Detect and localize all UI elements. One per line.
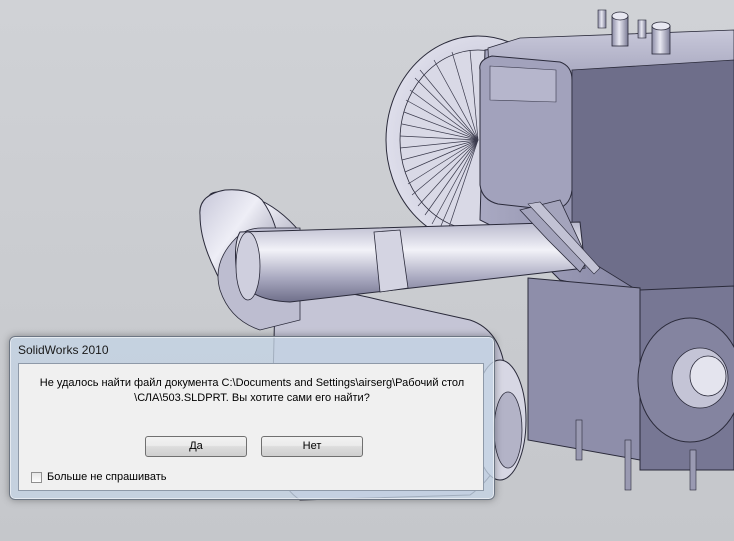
- dialog-message-line-1: Не удалось найти файл документа C:\Docum…: [39, 377, 465, 389]
- dialog-message-line-2: \СЛА\503.SLDPRT. Вы хотите сами его найт…: [134, 392, 370, 404]
- file-not-found-dialog: SolidWorks 2010 Не удалось найти файл до…: [9, 336, 495, 500]
- dont-ask-again-label[interactable]: Больше не спрашивать: [47, 471, 167, 483]
- dont-ask-again-checkbox[interactable]: [31, 471, 42, 483]
- no-button[interactable]: Нет: [261, 436, 363, 457]
- dialog-message: Не удалось найти файл документа C:\Docum…: [25, 376, 479, 406]
- dialog-title: SolidWorks 2010: [18, 343, 109, 357]
- dialog-body: Не удалось найти файл документа C:\Docum…: [18, 363, 484, 491]
- yes-button[interactable]: Да: [145, 436, 247, 457]
- dont-ask-again-row[interactable]: Больше не спрашивать: [31, 470, 167, 484]
